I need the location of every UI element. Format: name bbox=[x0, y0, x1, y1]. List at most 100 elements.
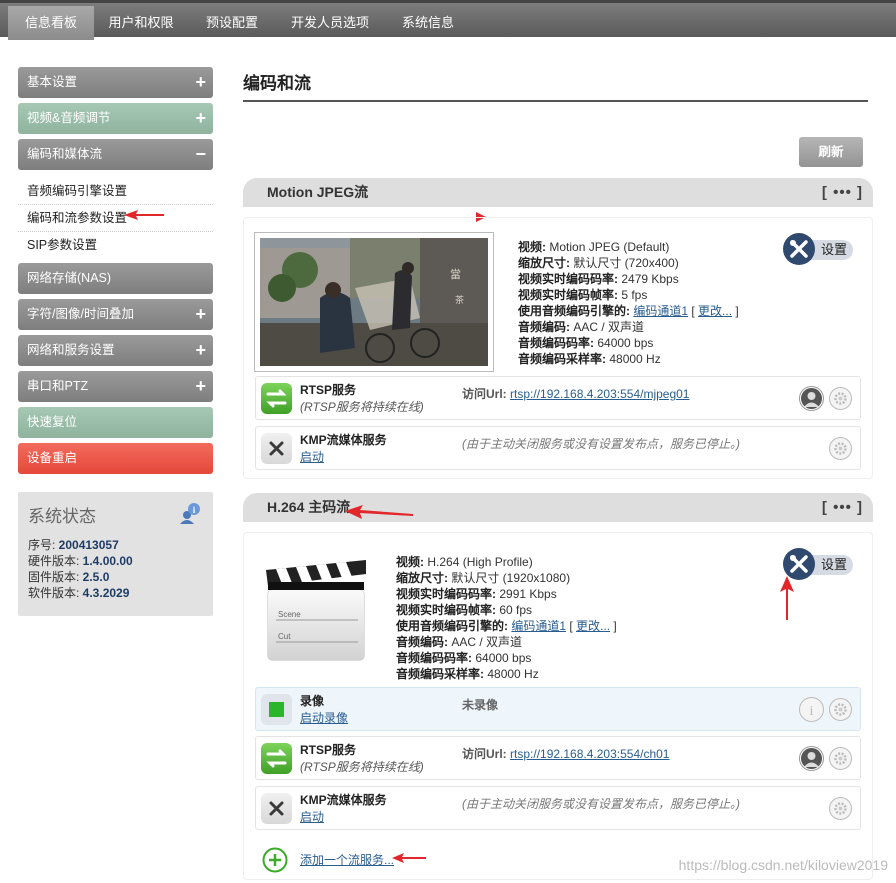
status-row-hardware: 硬件版本: 1.4.00.00 bbox=[28, 554, 133, 568]
change-link[interactable]: 更改... bbox=[576, 619, 610, 633]
svg-text:i: i bbox=[810, 704, 814, 719]
gear-icon[interactable] bbox=[829, 437, 852, 460]
user-avatar-icon[interactable] bbox=[799, 746, 824, 771]
service-name: RTSP服务 bbox=[300, 743, 357, 757]
service-note: (RTSP服务将持续在线) bbox=[300, 400, 424, 414]
sidebar-item-label: 快速复位 bbox=[27, 415, 78, 429]
title-divider bbox=[243, 100, 868, 102]
start-recording-link[interactable]: 启动录像 bbox=[300, 709, 348, 726]
add-stream-service-link[interactable]: 添加一个流服务... bbox=[300, 851, 394, 868]
video-frame-image: 當 茶 bbox=[260, 238, 488, 366]
gear-icon[interactable] bbox=[829, 387, 852, 410]
start-service-link[interactable]: 启动 bbox=[300, 808, 324, 825]
tab-users-permissions[interactable]: 用户和权限 bbox=[98, 6, 184, 40]
gear-icon[interactable] bbox=[829, 747, 852, 770]
user-info-icon[interactable]: i bbox=[179, 502, 201, 524]
sidebar-item-label: 网络和服务设置 bbox=[27, 343, 115, 357]
user-avatar-icon[interactable] bbox=[799, 386, 824, 411]
svg-text:茶: 茶 bbox=[455, 294, 464, 306]
exchange-arrows-icon bbox=[261, 383, 292, 414]
sidebar: 基本设置 + 视频&音频调节 + 编码和媒体流 − 音频编码引擎设置 编码和流参数设置… bbox=[18, 67, 213, 479]
service-stopped-note: (由于主动关闭服务或没有设置发布点，服务已停止。) bbox=[462, 797, 740, 811]
service-url: 访问Url: rtsp://192.168.4.203:554/mjpeg01 bbox=[462, 387, 690, 401]
exchange-arrows-icon bbox=[261, 743, 292, 774]
service-name: 录像 bbox=[300, 694, 325, 708]
sidebar-subitem-audio-engine[interactable]: 音频编码引擎设置 bbox=[18, 178, 213, 205]
tab-developer-options[interactable]: 开发人员选项 bbox=[280, 6, 380, 40]
sidebar-item-encoding-streams[interactable]: 编码和媒体流 − bbox=[18, 139, 213, 170]
sidebar-subitem-sip-params[interactable]: SIP参数设置 bbox=[18, 232, 213, 259]
collapse-icon: − bbox=[195, 144, 206, 164]
stream-header-mjpeg: Motion JPEG流 [ ••• ] bbox=[243, 178, 873, 207]
add-circle-icon[interactable] bbox=[262, 847, 288, 873]
settings-button[interactable]: 设置 bbox=[783, 233, 853, 265]
recording-row: 录像 启动录像 未录像 i bbox=[255, 687, 861, 731]
gear-icon[interactable] bbox=[829, 698, 852, 721]
gear-icon[interactable] bbox=[829, 797, 852, 820]
sidebar-item-label: 字符/图像/时间叠加 bbox=[27, 307, 134, 321]
annotation-arrow-icon bbox=[345, 505, 413, 519]
start-service-link[interactable]: 启动 bbox=[300, 448, 324, 465]
sidebar-item-label: 视频&音频调节 bbox=[27, 111, 111, 125]
service-url: 访问Url: rtsp://192.168.4.203:554/ch01 bbox=[462, 747, 670, 761]
rtsp-service-row: RTSP服务 (RTSP服务将持续在线) 访问Url: rtsp://192.1… bbox=[255, 376, 861, 420]
rtsp-service-row: RTSP服务 (RTSP服务将持续在线) 访问Url: rtsp://192.1… bbox=[255, 736, 861, 780]
info-icon[interactable]: i bbox=[799, 697, 824, 722]
close-icon bbox=[261, 793, 292, 824]
annotation-arrow-icon bbox=[780, 576, 794, 620]
sidebar-item-label: 网络存储(NAS) bbox=[27, 271, 112, 285]
expand-icon: + bbox=[195, 376, 206, 396]
status-row-firmware: 固件版本: 2.5.0 bbox=[28, 570, 110, 584]
tab-dashboard[interactable]: 信息看板 bbox=[8, 6, 94, 40]
expand-icon: + bbox=[195, 72, 206, 92]
audio-channel-link[interactable]: 编码通道1 bbox=[633, 304, 688, 318]
stream-name: H.264 主码流 bbox=[267, 499, 351, 515]
expand-icon: + bbox=[195, 108, 206, 128]
more-options-button[interactable]: [ ••• ] bbox=[822, 178, 863, 207]
sidebar-item-label: 编码和媒体流 bbox=[27, 147, 103, 161]
wrench-icon bbox=[783, 233, 815, 265]
top-nav-bar: 信息看板 用户和权限 预设配置 开发人员选项 系统信息 bbox=[0, 0, 896, 40]
recording-status: 未录像 bbox=[462, 698, 499, 712]
system-status-title: 系统状态 bbox=[28, 507, 96, 526]
record-icon bbox=[261, 694, 292, 725]
video-preview-thumbnail[interactable]: 當 茶 bbox=[254, 232, 494, 372]
refresh-button[interactable]: 刷新 bbox=[799, 137, 863, 167]
close-icon bbox=[261, 433, 292, 464]
service-stopped-note: (由于主动关闭服务或没有设置发布点，服务已停止。) bbox=[462, 437, 740, 451]
service-name: KMP流媒体服务 bbox=[300, 433, 387, 447]
audio-channel-link[interactable]: 编码通道1 bbox=[511, 619, 566, 633]
watermark-text: https://blog.csdn.net/kiloview2019 bbox=[678, 857, 888, 873]
sidebar-item-serial-ptz[interactable]: 串口和PTZ + bbox=[18, 371, 213, 402]
sidebar-item-quick-reset[interactable]: 快速复位 bbox=[18, 407, 213, 438]
rtsp-url-link[interactable]: rtsp://192.168.4.203:554/ch01 bbox=[510, 747, 669, 761]
system-status-panel: 系统状态 i 序号: 200413057 硬件版本: 1.4.00.00 固件版… bbox=[18, 492, 213, 616]
kmp-service-row: KMP流媒体服务 启动 (由于主动关闭服务或没有设置发布点，服务已停止。) bbox=[255, 426, 861, 470]
sidebar-item-overlay[interactable]: 字符/图像/时间叠加 + bbox=[18, 299, 213, 330]
sidebar-item-label: 基本设置 bbox=[27, 75, 78, 89]
tab-system-info[interactable]: 系统信息 bbox=[388, 6, 468, 40]
service-name: KMP流媒体服务 bbox=[300, 793, 387, 807]
expand-icon: + bbox=[195, 304, 206, 324]
sidebar-item-nas[interactable]: 网络存储(NAS) bbox=[18, 263, 213, 294]
sidebar-item-video-audio[interactable]: 视频&音频调节 + bbox=[18, 103, 213, 134]
clapperboard-icon: Scene Cut bbox=[262, 556, 370, 668]
status-row-serial: 序号: 200413057 bbox=[28, 538, 119, 552]
service-note: (RTSP服务将持续在线) bbox=[300, 760, 424, 774]
rtsp-url-link[interactable]: rtsp://192.168.4.203:554/mjpeg01 bbox=[510, 387, 689, 401]
clapper-cut-text: Cut bbox=[278, 632, 291, 641]
sidebar-subitem-encoding-params[interactable]: 编码和流参数设置 bbox=[18, 205, 213, 232]
sidebar-item-label: 串口和PTZ bbox=[27, 379, 89, 393]
more-options-button[interactable]: [ ••• ] bbox=[822, 493, 863, 522]
tab-presets[interactable]: 预设配置 bbox=[192, 6, 272, 40]
change-link[interactable]: 更改... bbox=[698, 304, 732, 318]
sidebar-item-basic-settings[interactable]: 基本设置 + bbox=[18, 67, 213, 98]
sidebar-item-label: 设备重启 bbox=[27, 451, 78, 465]
kmp-service-row: KMP流媒体服务 启动 (由于主动关闭服务或没有设置发布点，服务已停止。) bbox=[255, 786, 861, 830]
sidebar-item-network-services[interactable]: 网络和服务设置 + bbox=[18, 335, 213, 366]
svg-text:當: 當 bbox=[450, 268, 461, 281]
page-title: 编码和流 bbox=[243, 74, 311, 93]
stream-header-h264: H.264 主码流 [ ••• ] bbox=[243, 493, 873, 522]
sidebar-item-reboot[interactable]: 设备重启 bbox=[18, 443, 213, 474]
annotation-arrow-icon bbox=[124, 210, 164, 220]
